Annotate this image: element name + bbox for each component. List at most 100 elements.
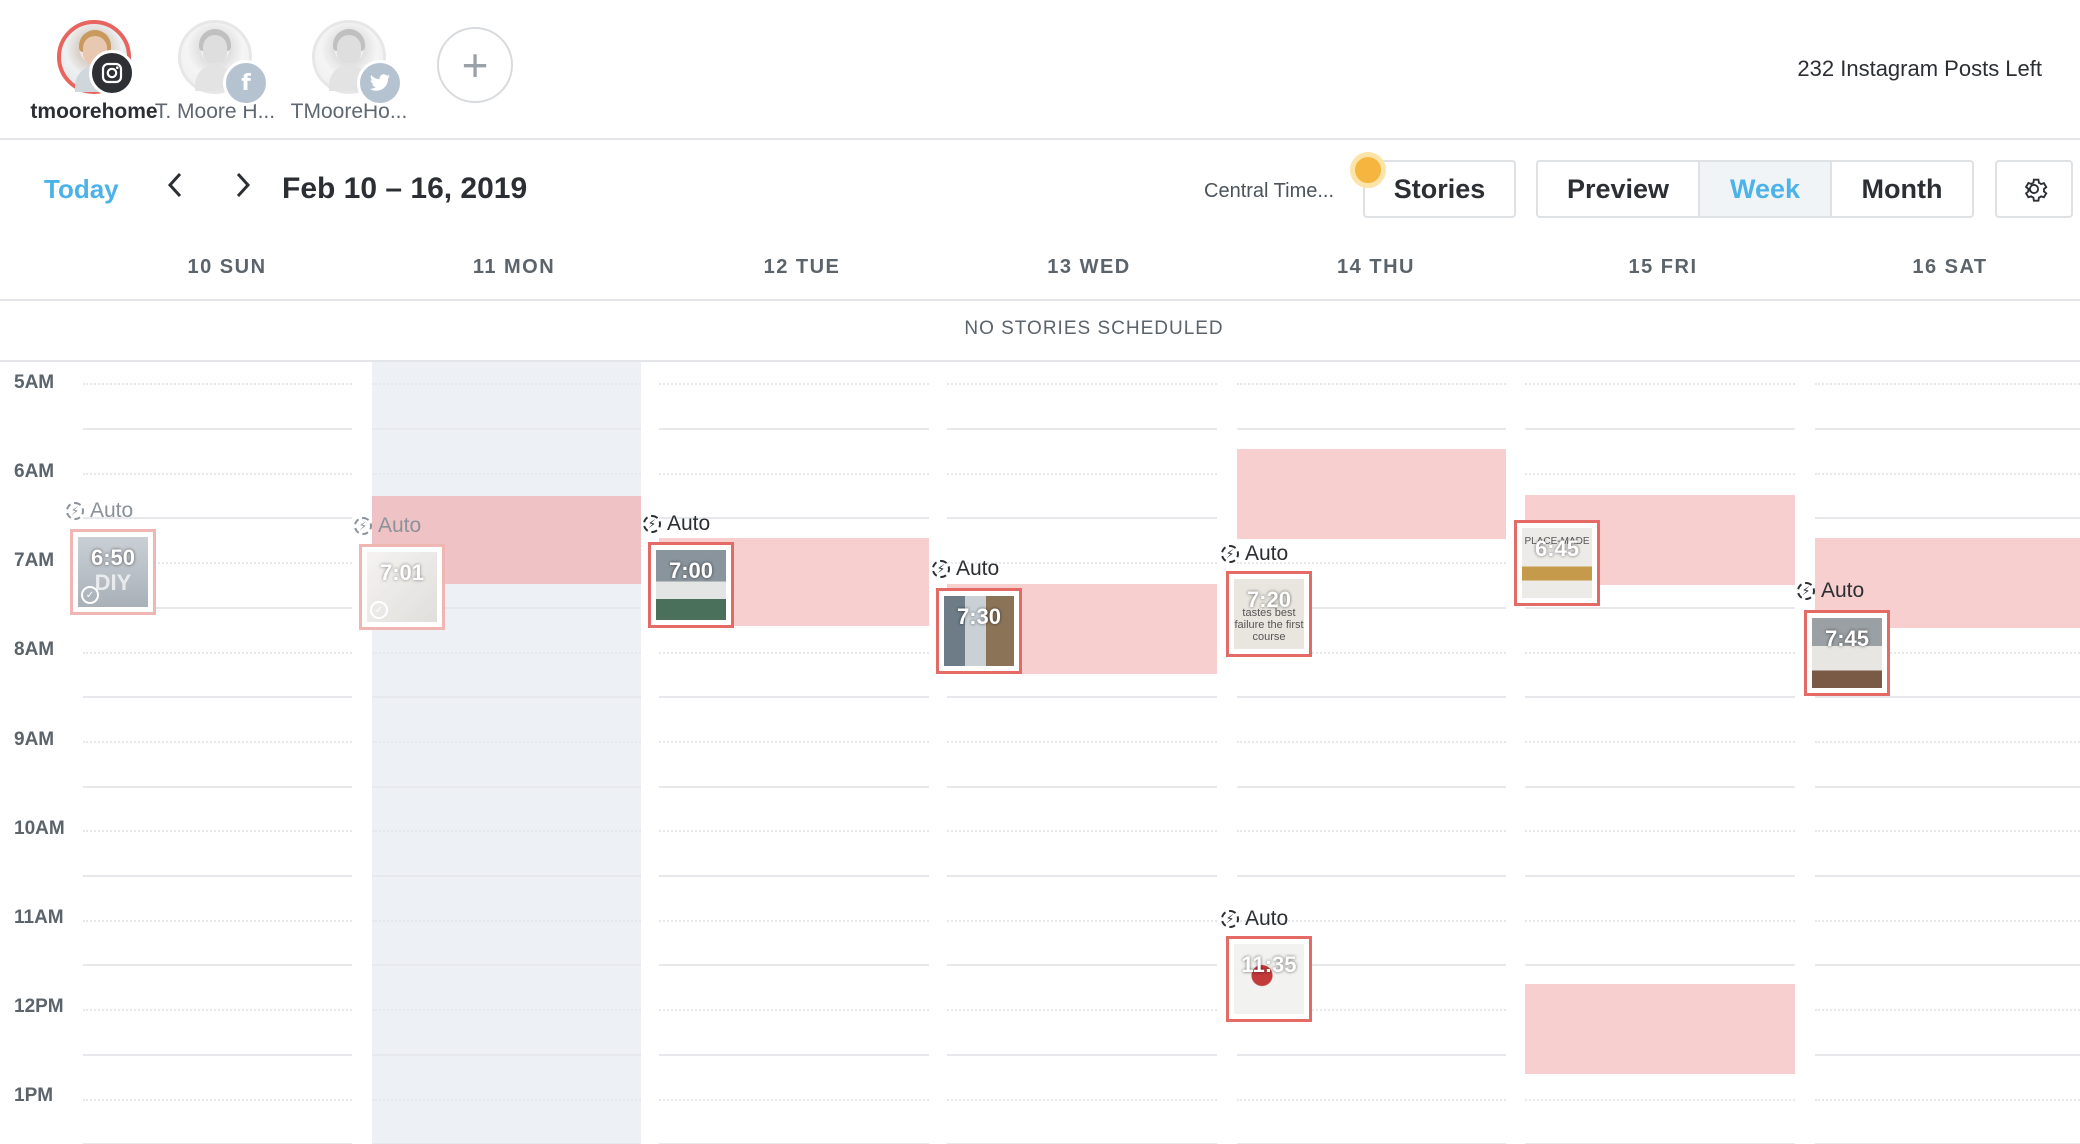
scheduled-post[interactable]: 7:00 bbox=[648, 542, 734, 628]
auto-publish-icon: ⚡ bbox=[354, 517, 372, 535]
half-hour-gridline bbox=[947, 472, 1217, 475]
week-view-button[interactable]: Week bbox=[1698, 160, 1832, 218]
add-account-button[interactable]: + bbox=[437, 27, 513, 103]
hour-gridline bbox=[83, 785, 352, 788]
auto-publish-label: ⚡ Auto bbox=[1797, 579, 1864, 603]
account-twitter[interactable]: TMooreHo... bbox=[274, 20, 424, 124]
day-header-thu: 14 THU bbox=[1337, 256, 1415, 278]
published-check-icon: ✓ bbox=[81, 586, 99, 604]
hour-gridline bbox=[659, 875, 929, 877]
scheduled-post[interactable]: 11:35 bbox=[1226, 936, 1312, 1022]
time-slot[interactable] bbox=[1525, 984, 1795, 1074]
auto-publish-label: ⚡ Auto bbox=[1221, 907, 1288, 931]
half-hour-gridline bbox=[1525, 651, 1795, 654]
month-view-button[interactable]: Month bbox=[1830, 160, 1974, 218]
half-hour-gridline bbox=[83, 919, 352, 922]
post-time: 7:45 bbox=[1824, 626, 1870, 651]
auto-publish-icon: ⚡ bbox=[1797, 582, 1815, 600]
scheduled-post[interactable]: PLACE-MADE 6:45 bbox=[1514, 520, 1600, 606]
timezone-selector[interactable]: Central Time... bbox=[1204, 180, 1334, 203]
half-hour-gridline bbox=[1525, 472, 1795, 475]
half-hour-gridline bbox=[659, 1009, 929, 1012]
auto-publish-icon: ⚡ bbox=[66, 502, 84, 520]
day-header-fri: 15 FRI bbox=[1628, 256, 1698, 278]
hour-gridline bbox=[947, 428, 1217, 430]
half-hour-gridline bbox=[1525, 1098, 1795, 1101]
day-header-sun: 10 SUN bbox=[187, 256, 267, 278]
half-hour-gridline bbox=[947, 740, 1217, 743]
hour-gridline bbox=[83, 1053, 352, 1056]
post-time: 11:35 bbox=[1241, 952, 1297, 977]
half-hour-gridline bbox=[1237, 740, 1506, 743]
scheduled-post[interactable]: 7:30 bbox=[936, 588, 1022, 674]
today-button[interactable]: Today bbox=[44, 174, 119, 205]
half-hour-gridline bbox=[947, 1098, 1217, 1101]
preview-button[interactable]: Preview bbox=[1536, 160, 1700, 218]
twitter-icon bbox=[357, 60, 403, 106]
scheduled-post[interactable]: 7:45 bbox=[1804, 610, 1890, 696]
post-thumbnail: tastes best failure the first course 7:2… bbox=[1234, 579, 1304, 649]
hour-gridline bbox=[659, 785, 929, 788]
day-header-mon: 11 MON bbox=[472, 256, 556, 278]
half-hour-gridline bbox=[372, 830, 641, 833]
chevron-right-icon bbox=[236, 172, 251, 198]
half-hour-gridline bbox=[659, 383, 929, 386]
half-hour-gridline bbox=[659, 1098, 929, 1101]
hour-gridline bbox=[947, 785, 1217, 788]
scheduled-post[interactable]: DIY 6:50 ✓ bbox=[70, 529, 156, 615]
half-hour-gridline bbox=[1525, 383, 1795, 386]
scheduled-post[interactable]: 7:01 ✓ bbox=[359, 544, 445, 630]
post-thumbnail: 7:00 bbox=[656, 550, 726, 620]
auto-publish-label: ⚡ Auto bbox=[354, 514, 421, 538]
half-hour-gridline bbox=[83, 472, 352, 475]
half-hour-gridline bbox=[947, 919, 1217, 922]
hour-gridline bbox=[372, 875, 641, 877]
hour-label: 11AM bbox=[14, 907, 64, 928]
half-hour-gridline bbox=[372, 651, 641, 654]
date-range-title: Feb 10 – 16, 2019 bbox=[282, 172, 528, 205]
next-week-button[interactable] bbox=[228, 170, 258, 209]
hour-label: 12PM bbox=[14, 996, 64, 1017]
posts-left-counter: 232 Instagram Posts Left bbox=[1797, 56, 2042, 81]
hour-gridline bbox=[83, 875, 352, 877]
half-hour-gridline bbox=[83, 651, 352, 654]
hour-gridline bbox=[1237, 696, 1506, 699]
half-hour-gridline bbox=[83, 740, 352, 743]
scheduled-post[interactable]: tastes best failure the first course 7:2… bbox=[1226, 571, 1312, 657]
half-hour-gridline bbox=[659, 830, 929, 833]
hour-gridline bbox=[372, 785, 641, 788]
half-hour-gridline bbox=[1237, 830, 1506, 833]
half-hour-gridline bbox=[659, 740, 929, 743]
hour-gridline bbox=[1815, 964, 2080, 967]
half-hour-gridline bbox=[1815, 1009, 2080, 1012]
post-thumbnail: DIY 6:50 ✓ bbox=[78, 537, 148, 607]
chevron-left-icon bbox=[167, 172, 182, 198]
half-hour-gridline bbox=[659, 919, 929, 922]
hour-gridline bbox=[947, 1053, 1217, 1056]
hour-gridline bbox=[1237, 428, 1506, 430]
half-hour-gridline bbox=[659, 472, 929, 475]
hour-gridline bbox=[659, 1053, 929, 1056]
account-facebook[interactable]: f T. Moore H... bbox=[140, 20, 290, 124]
hour-gridline bbox=[1237, 1053, 1506, 1056]
half-hour-gridline bbox=[1815, 1098, 2080, 1101]
hour-gridline bbox=[83, 428, 352, 430]
hour-gridline bbox=[1525, 964, 1795, 967]
half-hour-gridline bbox=[947, 830, 1217, 833]
time-slot[interactable] bbox=[1237, 449, 1506, 539]
hour-gridline bbox=[947, 696, 1217, 699]
hour-gridline bbox=[1815, 696, 2080, 699]
half-hour-gridline bbox=[83, 1009, 352, 1012]
hour-gridline bbox=[1815, 785, 2080, 788]
post-time: 7:00 bbox=[668, 558, 714, 583]
day-header-wed: 13 WED bbox=[1047, 256, 1131, 278]
hour-gridline bbox=[1525, 696, 1795, 699]
half-hour-gridline bbox=[1525, 740, 1795, 743]
post-time: 7:20 bbox=[1246, 587, 1292, 612]
settings-button[interactable] bbox=[1995, 160, 2073, 218]
account-name: TMooreHo... bbox=[290, 100, 408, 123]
stories-indicator-dot bbox=[1350, 152, 1386, 188]
prev-week-button[interactable] bbox=[160, 170, 190, 209]
avatar bbox=[57, 20, 135, 96]
hour-label: 10AM bbox=[14, 818, 65, 839]
